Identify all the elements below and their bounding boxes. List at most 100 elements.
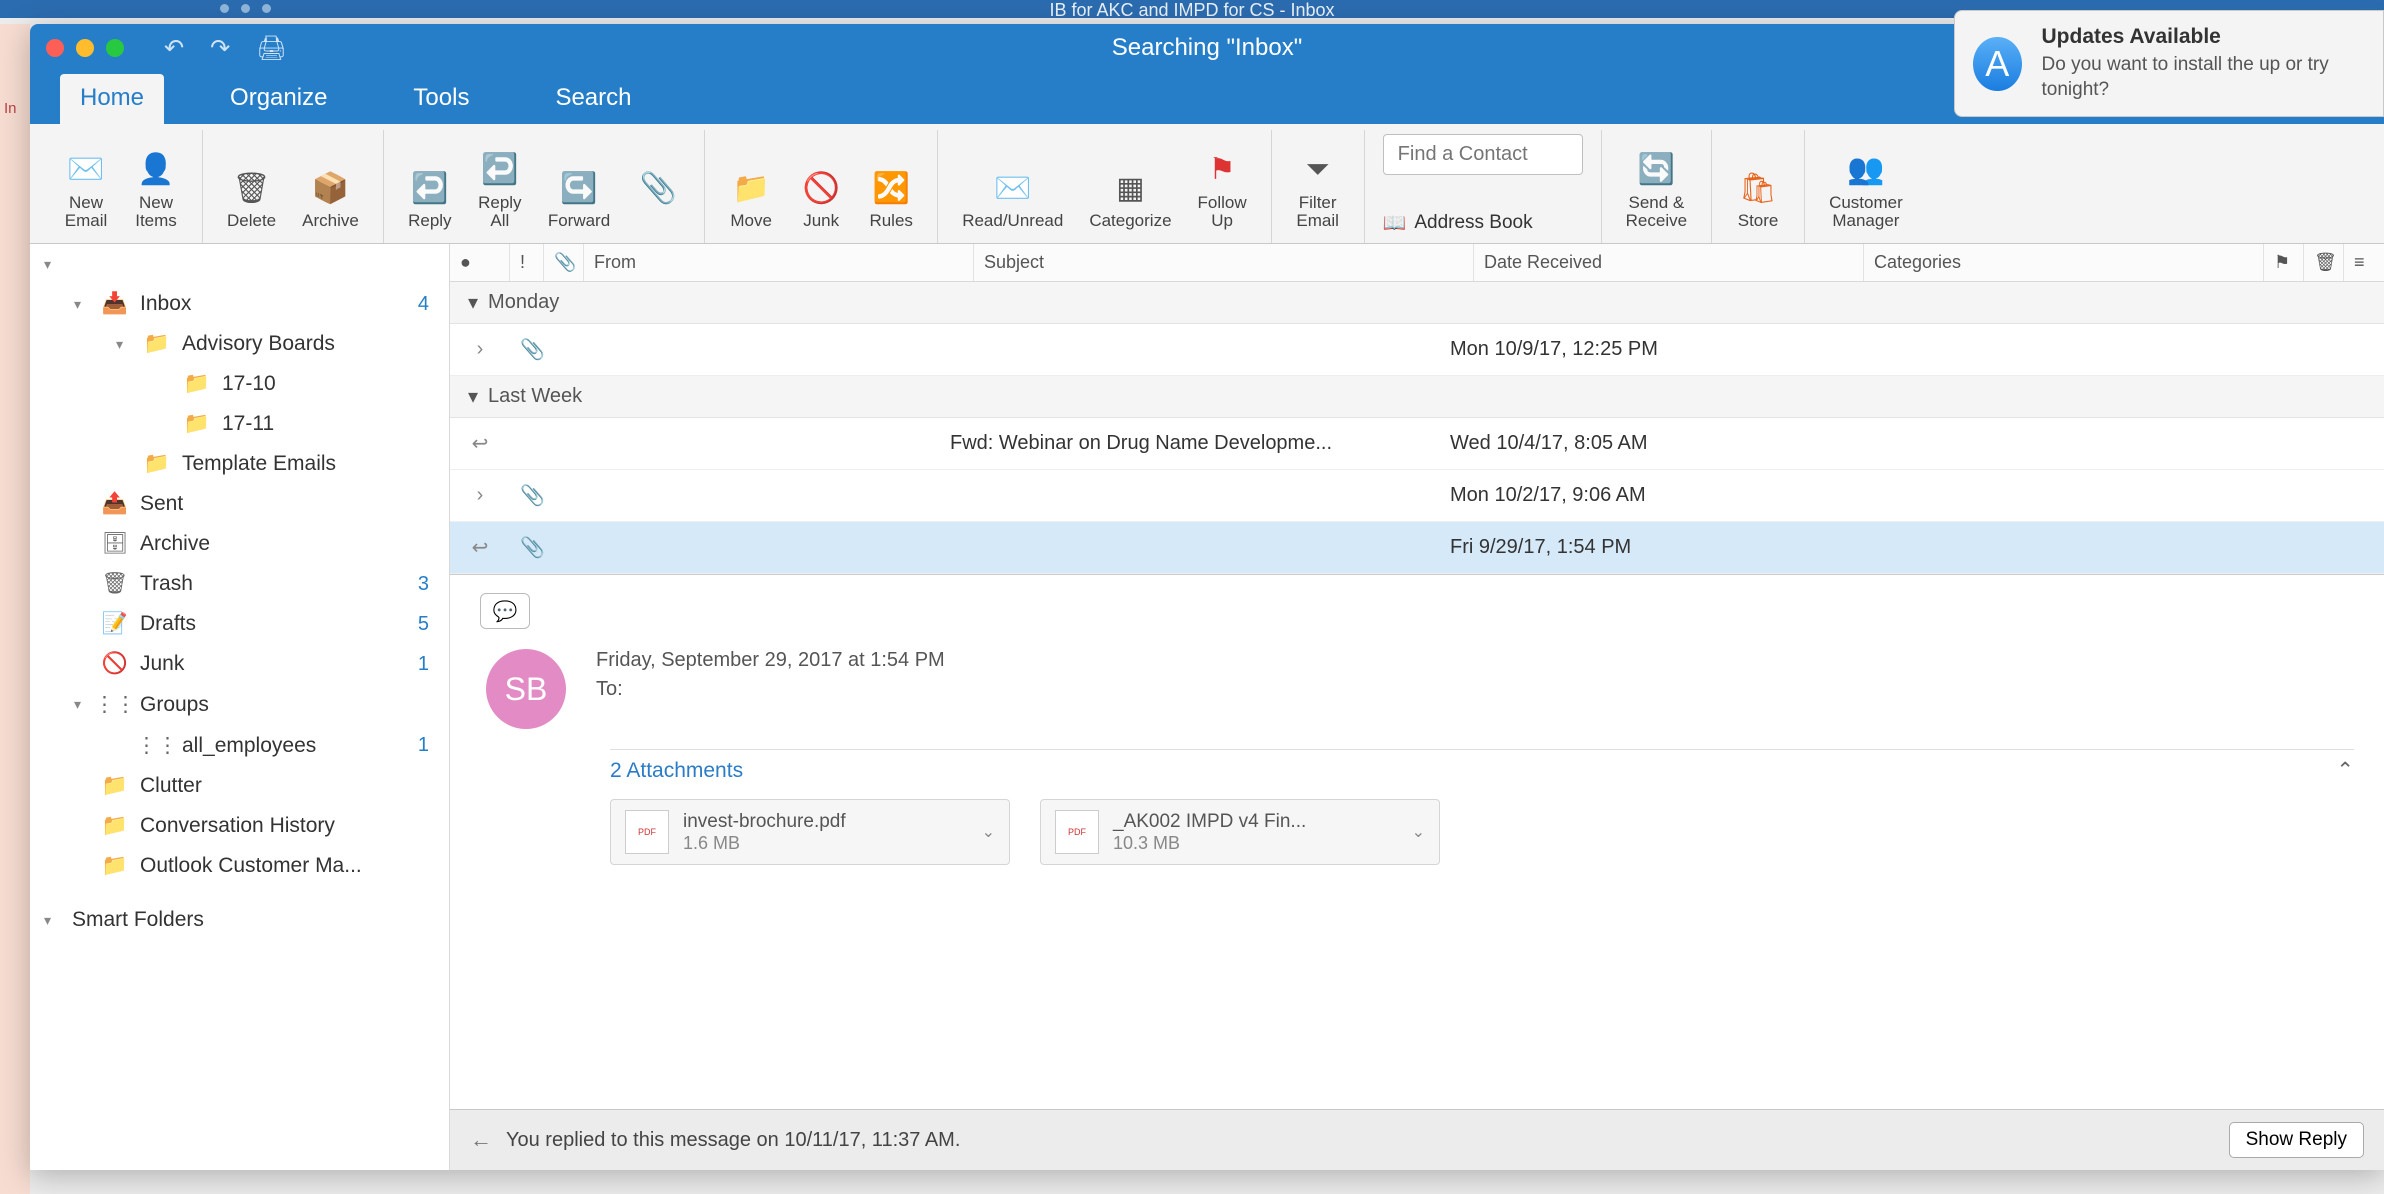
new-items-button[interactable]: 👤New Items	[128, 146, 184, 235]
follow-up-button[interactable]: ⚑Follow Up	[1192, 146, 1253, 235]
sidebar-conversation-history[interactable]: 📁Conversation History	[30, 806, 449, 846]
group-last-week[interactable]: Last Week	[450, 376, 2384, 418]
filter-email-button[interactable]: ⏷Filter Email	[1290, 146, 1346, 235]
updates-body: Do you want to install the up or try ton…	[2042, 53, 2366, 102]
message-row[interactable]: › 📎 Mon 10/2/17, 9:06 AM	[450, 470, 2384, 522]
attachment-card[interactable]: PDF _AK002 IMPD v4 Fin...10.3 MB ⌄	[1040, 799, 1440, 865]
sidebar-junk[interactable]: 🚫Junk1	[30, 644, 449, 684]
paperclip-icon: 📎	[520, 339, 545, 361]
archive-button[interactable]: 📦Archive	[296, 164, 365, 235]
sidebar-advisory-boards[interactable]: 📁Advisory Boards	[30, 324, 449, 364]
paperclip-icon: 📎	[520, 537, 545, 559]
junk-button[interactable]: 🚫Junk	[793, 164, 849, 235]
sidebar-outlook-customer-manager[interactable]: 📁Outlook Customer Ma...	[30, 846, 449, 886]
close-window-button[interactable]	[46, 39, 64, 57]
attachment-card[interactable]: PDF invest-brochure.pdf1.6 MB ⌄	[610, 799, 1010, 865]
attachment-dropdown-icon[interactable]: ⌄	[982, 822, 995, 842]
conversation-icon[interactable]: 💬	[480, 593, 530, 629]
quick-access-toolbar: ↶ ↷ 🖨	[164, 34, 287, 63]
sidebar-template-emails[interactable]: 📁Template Emails	[30, 444, 449, 484]
paperclip-icon: 📎	[636, 168, 680, 208]
updates-notification[interactable]: A Updates Available Do you want to insta…	[1954, 10, 2384, 117]
undo-icon[interactable]: ↶	[164, 34, 184, 63]
show-reply-button[interactable]: Show Reply	[2229, 1122, 2364, 1158]
customer-manager-button[interactable]: 👥Customer Manager	[1823, 146, 1909, 235]
attachment-size: 10.3 MB	[1113, 833, 1398, 854]
col-attachment[interactable]: 📎	[544, 244, 584, 281]
group-icon: ⋮⋮	[144, 733, 170, 758]
sidebar-all-employees[interactable]: ⋮⋮all_employees1	[30, 725, 449, 766]
col-date[interactable]: Date Received	[1474, 244, 1864, 281]
read-unread-button[interactable]: ✉️Read/Unread	[956, 164, 1069, 235]
sidebar-17-11[interactable]: 📁17-11	[30, 404, 449, 444]
attachments-header[interactable]: 2 Attachments	[610, 759, 743, 783]
archive-icon: 🗄	[102, 532, 128, 556]
col-delete[interactable]: 🗑	[2304, 244, 2344, 281]
delete-button[interactable]: 🗑Delete	[221, 164, 282, 235]
tab-home[interactable]: Home	[60, 74, 164, 124]
sidebar-clutter[interactable]: 📁Clutter	[30, 766, 449, 806]
rules-button[interactable]: 🔀Rules	[863, 164, 919, 235]
redo-icon[interactable]: ↷	[210, 34, 230, 63]
sidebar-trash[interactable]: 🗑Trash3	[30, 564, 449, 604]
chevron-right-icon: ›	[477, 484, 484, 506]
reply-button[interactable]: ↩️Reply	[402, 164, 458, 235]
reading-pane: 💬 SB Friday, September 29, 2017 at 1:54 …	[450, 574, 2384, 1170]
message-row[interactable]: ↩ Fwd: Webinar on Drug Name Developme...…	[450, 418, 2384, 470]
collapse-attachments-icon[interactable]: ⌃	[2336, 758, 2354, 783]
attachment-name: _AK002 IMPD v4 Fin...	[1113, 811, 1398, 833]
sidebar-drafts[interactable]: 📝Drafts5	[30, 604, 449, 644]
message-date: Mon 10/2/17, 9:06 AM	[1440, 484, 1800, 507]
reply-all-button[interactable]: ↩️Reply All	[472, 146, 528, 235]
group-monday[interactable]: Monday	[450, 282, 2384, 324]
attachment-dropdown[interactable]: 📎	[630, 164, 686, 235]
minimize-window-button[interactable]	[76, 39, 94, 57]
new-items-icon: 👤	[134, 150, 178, 190]
background-app-edge	[0, 24, 30, 1194]
forward-button[interactable]: ↪️Forward	[542, 164, 616, 235]
message-date: Mon 10/9/17, 12:25 PM	[1440, 338, 1800, 361]
sidebar-17-10[interactable]: 📁17-10	[30, 364, 449, 404]
sync-icon: 🔄	[1634, 150, 1678, 190]
store-button[interactable]: 🛍Store	[1730, 164, 1786, 235]
folder-icon: 📁	[102, 774, 128, 798]
message-row[interactable]: › 📎 Mon 10/9/17, 12:25 PM	[450, 324, 2384, 376]
sent-timestamp: Friday, September 29, 2017 at 1:54 PM	[596, 649, 945, 672]
col-importance[interactable]: !	[510, 244, 544, 281]
reply-all-icon: ↩️	[478, 150, 522, 190]
new-email-icon: ✉️	[64, 150, 108, 190]
folder-icon: 📁	[144, 332, 170, 356]
tab-tools[interactable]: Tools	[393, 74, 489, 124]
new-email-button[interactable]: ✉️New Email	[58, 146, 114, 235]
message-row-selected[interactable]: ↩ 📎 Fri 9/29/17, 1:54 PM	[450, 522, 2384, 574]
print-icon[interactable]: 🖨	[256, 34, 286, 63]
sidebar-smart-folders[interactable]: Smart Folders	[30, 900, 449, 940]
col-from[interactable]: From	[584, 244, 974, 281]
col-flag[interactable]: ⚑	[2264, 244, 2304, 281]
folder-icon: 📁	[102, 814, 128, 838]
col-categories[interactable]: Categories	[1864, 244, 2264, 281]
tab-search[interactable]: Search	[535, 74, 651, 124]
sidebar-archive[interactable]: 🗄Archive	[30, 524, 449, 564]
categorize-button[interactable]: ▦Categorize	[1083, 164, 1177, 235]
col-subject[interactable]: Subject	[974, 244, 1474, 281]
address-book-button[interactable]: 📖Address Book	[1383, 211, 1533, 235]
back-arrow-icon[interactable]: ←	[470, 1127, 492, 1153]
col-status[interactable]: ●	[450, 244, 510, 281]
forward-icon: ↪️	[557, 168, 601, 208]
zoom-window-button[interactable]	[106, 39, 124, 57]
account-row[interactable]	[30, 244, 449, 284]
col-options[interactable]: ≡	[2344, 244, 2384, 281]
sidebar-groups[interactable]: ⋮⋮Groups	[30, 684, 449, 725]
send-receive-button[interactable]: 🔄Send & Receive	[1620, 146, 1693, 235]
appstore-icon: A	[1973, 37, 2022, 91]
sidebar-sent[interactable]: 📤Sent	[30, 484, 449, 524]
attachment-dropdown-icon[interactable]: ⌄	[1412, 822, 1425, 842]
tab-organize[interactable]: Organize	[210, 74, 347, 124]
move-button[interactable]: 📁Move	[723, 164, 779, 235]
sidebar-inbox[interactable]: 📥Inbox4	[30, 284, 449, 324]
paperclip-icon: 📎	[520, 485, 545, 507]
find-contact-input[interactable]	[1383, 134, 1583, 175]
groups-icon: ⋮⋮	[102, 692, 128, 717]
sent-icon: 📤	[102, 492, 128, 516]
